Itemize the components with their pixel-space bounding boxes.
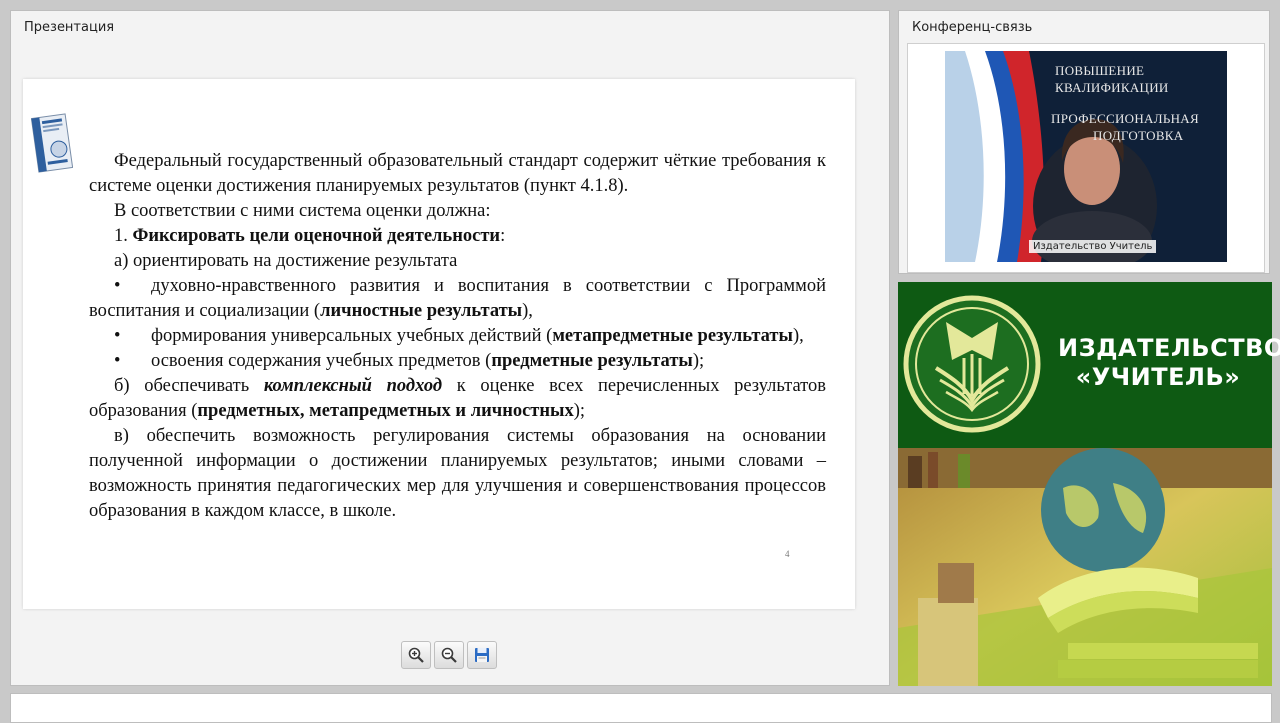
slide-text-run: В соответствии с ними система оценки дол… — [114, 201, 491, 221]
slide-emphasis-text: Фиксировать цели оценочной деятельности — [132, 226, 501, 246]
slide-text-run: формирования универсальных учебных дейст… — [151, 326, 553, 346]
slide-emphasis-text: предметных, метапредметных и личностных — [197, 401, 574, 421]
slide-emphasis-text: предметные результаты — [491, 351, 693, 371]
slide-paragraph: 1. Фиксировать цели оценочной деятельнос… — [89, 224, 826, 249]
publisher-name-line-2: «УЧИТЕЛЬ» — [1075, 363, 1241, 391]
slide: Федеральный государственный образователь… — [23, 79, 855, 609]
books-globe-image — [898, 448, 1272, 686]
bullet-symbol: • — [114, 351, 121, 371]
bullet-symbol: • — [114, 276, 121, 296]
slide-paragraph: б) обеспечивать комплексный подход к оце… — [89, 374, 826, 424]
slide-emphasis-text: личностные результаты — [320, 301, 523, 321]
conference-panel: Конференц-связь ПОВЫШЕНИЕ КВАЛИФИКАЦИИ П… — [898, 10, 1270, 274]
backdrop-line-2: КВАЛИФИКАЦИИ — [1055, 80, 1169, 95]
slide-emphasis-text: комплексный подход — [263, 376, 443, 396]
slide-emphasis-text: метапредметные результаты — [552, 326, 793, 346]
publisher-logo-banner: ИЗДАТЕЛЬСТВО «УЧИТЕЛЬ» — [898, 282, 1280, 448]
slide-text-run: а) ориентировать на достижение результат… — [114, 251, 458, 271]
slide-text-run: ), — [792, 326, 804, 346]
publisher-name: ИЗДАТЕЛЬСТВО «УЧИТЕЛЬ» — [1058, 334, 1280, 392]
bottom-bar — [10, 693, 1272, 723]
zoom-in-icon — [408, 647, 424, 663]
slide-text-run: ); — [692, 351, 705, 371]
conference-title: Конференц-связь — [912, 20, 1033, 35]
zoom-in-button[interactable] — [401, 641, 431, 669]
slide-bullet-item: • освоения содержания учебных предметов (… — [89, 349, 826, 374]
slide-text-run: ); — [573, 401, 586, 421]
slide-bullet-item: • духовно-нравственного развития и воспит… — [89, 274, 826, 324]
slide-paragraph: в) обеспечить возможность регулирования … — [89, 424, 826, 524]
slide-text-run: в) обеспечить возможность регулирования … — [89, 426, 826, 521]
backdrop-line-3: ПРОФЕССИОНАЛЬНАЯ — [1051, 111, 1199, 126]
slide-text-run: ), — [522, 301, 533, 321]
publisher-name-line-1: ИЗДАТЕЛЬСТВО — [1058, 334, 1280, 362]
slide-text-run: 1. — [114, 226, 133, 246]
presentation-toolbar — [401, 641, 497, 669]
slide-text-run: Федеральный государственный образователь… — [89, 151, 826, 196]
slide-paragraph: В соответствии с ними система оценки дол… — [89, 199, 826, 224]
slide-text-run: освоения содержания учебных предметов ( — [151, 351, 492, 371]
slide-bullet-item: • формирования универсальных учебных дейс… — [89, 324, 826, 349]
books-globe-illustration — [898, 448, 1272, 686]
presentation-panel: Презентация Федеральный государственный … — [10, 10, 890, 686]
slide-text-run: б) обеспечивать — [114, 376, 264, 396]
zoom-out-icon — [441, 647, 457, 663]
zoom-out-button[interactable] — [434, 641, 464, 669]
participant-video[interactable]: ПОВЫШЕНИЕ КВАЛИФИКАЦИИ ПРОФЕССИОНАЛЬНАЯ … — [945, 51, 1227, 262]
save-icon — [475, 648, 489, 662]
slide-paragraph: а) ориентировать на достижение результат… — [89, 249, 826, 274]
backdrop-line-4: ПОДГОТОВКА — [1093, 128, 1184, 143]
bullet-symbol: • — [114, 326, 121, 346]
book-cover-icon — [31, 113, 73, 173]
slide-paragraph: Федеральный государственный образователь… — [89, 149, 826, 199]
save-button[interactable] — [467, 641, 497, 669]
slide-page-number: 4 — [785, 549, 790, 559]
publisher-emblem-icon — [903, 295, 1041, 433]
slide-text-run: : — [500, 226, 506, 246]
slide-body-text: Федеральный государственный образователь… — [89, 149, 826, 524]
participant-name-label: Издательство Учитель — [1029, 240, 1157, 253]
presentation-title: Презентация — [24, 20, 115, 35]
backdrop-line-1: ПОВЫШЕНИЕ — [1055, 63, 1145, 78]
